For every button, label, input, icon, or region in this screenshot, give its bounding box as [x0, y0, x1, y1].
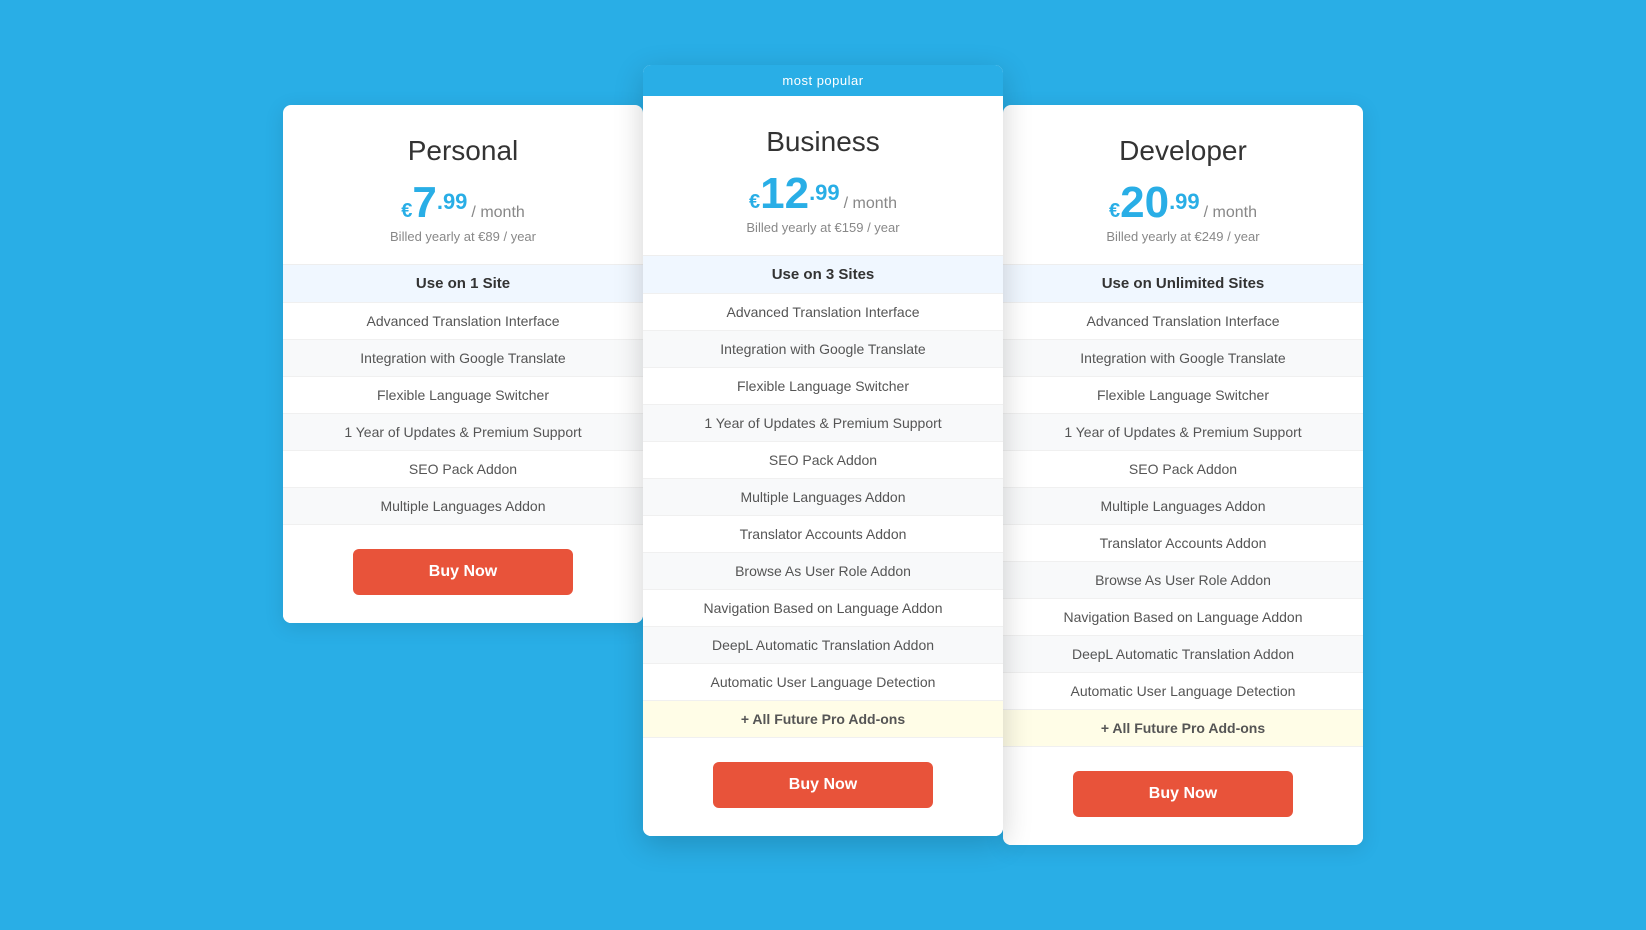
feature-item: 1 Year of Updates & Premium Support	[1003, 414, 1363, 451]
most-popular-badge: most popular	[643, 65, 1003, 96]
buy-button-personal[interactable]: Buy Now	[353, 549, 573, 595]
feature-item: Integration with Google Translate	[1003, 340, 1363, 377]
feature-item: SEO Pack Addon	[283, 451, 643, 488]
price-amount-developer: 20	[1120, 181, 1169, 225]
plan-card-business: most popular Business € 12 .99 / month B…	[643, 65, 1003, 836]
plan-price-developer: € 20 .99 / month	[1023, 181, 1343, 225]
price-amount-business: 12	[760, 172, 809, 216]
feature-item: Multiple Languages Addon	[283, 488, 643, 525]
feature-item: Translator Accounts Addon	[1003, 525, 1363, 562]
feature-item: Advanced Translation Interface	[283, 303, 643, 340]
plan-name-developer: Developer	[1023, 135, 1343, 167]
features-list-personal: Use on 1 SiteAdvanced Translation Interf…	[283, 264, 643, 525]
feature-item: 1 Year of Updates & Premium Support	[643, 405, 1003, 442]
plan-header-business: Business € 12 .99 / month Billed yearly …	[643, 96, 1003, 255]
features-list-business: Use on 3 SitesAdvanced Translation Inter…	[643, 255, 1003, 738]
feature-item: Use on Unlimited Sites	[1003, 265, 1363, 303]
feature-item: Navigation Based on Language Addon	[1003, 599, 1363, 636]
buy-button-developer[interactable]: Buy Now	[1073, 771, 1293, 817]
feature-item: Flexible Language Switcher	[643, 368, 1003, 405]
feature-item: Use on 1 Site	[283, 265, 643, 303]
plan-card-personal: Personal € 7 .99 / month Billed yearly a…	[283, 105, 643, 623]
feature-item: Integration with Google Translate	[283, 340, 643, 377]
plan-header-developer: Developer € 20 .99 / month Billed yearly…	[1003, 105, 1363, 264]
feature-item: DeepL Automatic Translation Addon	[643, 627, 1003, 664]
plan-footer-developer: Buy Now	[1003, 747, 1363, 845]
price-period-developer: / month	[1204, 204, 1257, 222]
plan-billed-developer: Billed yearly at €249 / year	[1023, 229, 1343, 244]
price-decimal-personal: .99	[437, 189, 468, 215]
feature-item: Use on 3 Sites	[643, 256, 1003, 294]
feature-item: + All Future Pro Add-ons	[1003, 710, 1363, 747]
price-currency-business: €	[749, 192, 760, 212]
price-decimal-developer: .99	[1169, 189, 1200, 215]
plan-header-personal: Personal € 7 .99 / month Billed yearly a…	[283, 105, 643, 264]
feature-item: Integration with Google Translate	[643, 331, 1003, 368]
feature-item: SEO Pack Addon	[643, 442, 1003, 479]
plan-billed-personal: Billed yearly at €89 / year	[303, 229, 623, 244]
feature-item: 1 Year of Updates & Premium Support	[283, 414, 643, 451]
price-period-personal: / month	[471, 204, 524, 222]
feature-item: Browse As User Role Addon	[643, 553, 1003, 590]
feature-item: Automatic User Language Detection	[1003, 673, 1363, 710]
plan-name-personal: Personal	[303, 135, 623, 167]
plan-card-developer: Developer € 20 .99 / month Billed yearly…	[1003, 105, 1363, 845]
feature-item: Multiple Languages Addon	[1003, 488, 1363, 525]
feature-item: DeepL Automatic Translation Addon	[1003, 636, 1363, 673]
plan-footer-business: Buy Now	[643, 738, 1003, 836]
price-currency-personal: €	[401, 201, 412, 221]
feature-item: Multiple Languages Addon	[643, 479, 1003, 516]
feature-item: Advanced Translation Interface	[1003, 303, 1363, 340]
price-period-business: / month	[844, 195, 897, 213]
feature-item: Automatic User Language Detection	[643, 664, 1003, 701]
feature-item: Translator Accounts Addon	[643, 516, 1003, 553]
feature-item: Flexible Language Switcher	[1003, 377, 1363, 414]
price-decimal-business: .99	[809, 180, 840, 206]
feature-item: Advanced Translation Interface	[643, 294, 1003, 331]
feature-item: Navigation Based on Language Addon	[643, 590, 1003, 627]
feature-item: SEO Pack Addon	[1003, 451, 1363, 488]
plan-billed-business: Billed yearly at €159 / year	[663, 220, 983, 235]
plan-price-business: € 12 .99 / month	[663, 172, 983, 216]
plan-price-personal: € 7 .99 / month	[303, 181, 623, 225]
feature-item: + All Future Pro Add-ons	[643, 701, 1003, 738]
feature-item: Browse As User Role Addon	[1003, 562, 1363, 599]
features-list-developer: Use on Unlimited SitesAdvanced Translati…	[1003, 264, 1363, 747]
buy-button-business[interactable]: Buy Now	[713, 762, 933, 808]
plan-name-business: Business	[663, 126, 983, 158]
price-currency-developer: €	[1109, 201, 1120, 221]
pricing-table: Personal € 7 .99 / month Billed yearly a…	[223, 85, 1423, 845]
feature-item: Flexible Language Switcher	[283, 377, 643, 414]
plan-footer-personal: Buy Now	[283, 525, 643, 623]
price-amount-personal: 7	[412, 181, 436, 225]
